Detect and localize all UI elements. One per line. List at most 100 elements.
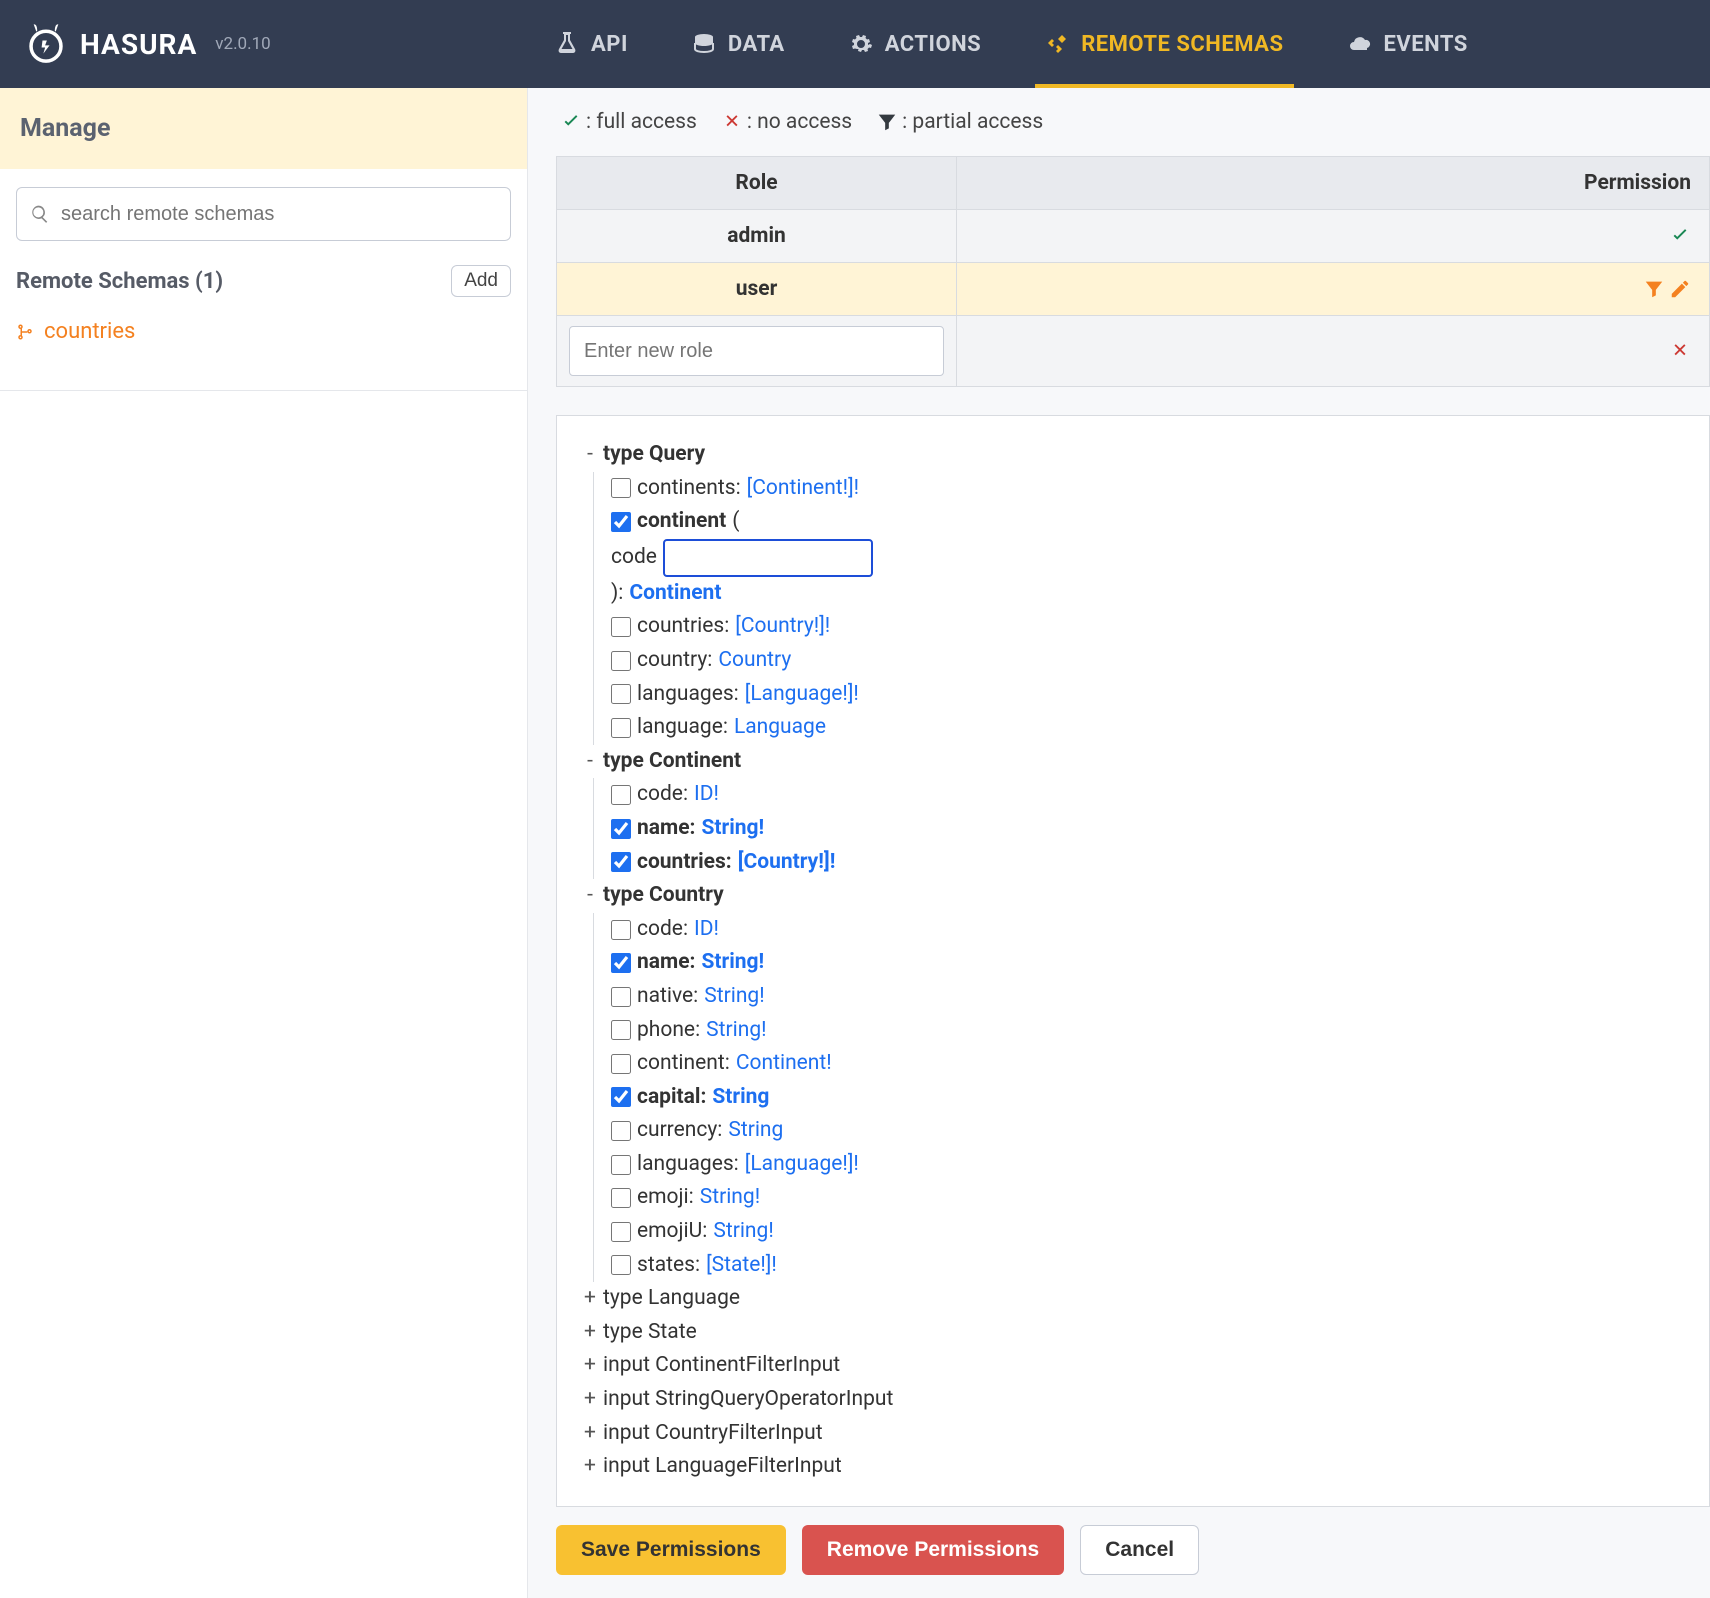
type-header[interactable]: - type Query [583,438,1683,472]
remove-permissions-button[interactable]: Remove Permissions [802,1525,1064,1575]
field-type[interactable]: [Language!]! [745,678,859,712]
save-permissions-button[interactable]: Save Permissions [556,1525,786,1575]
field-row: name:String! [583,812,1683,846]
field-name: native: [637,980,698,1014]
collapsed-type-row[interactable]: + type Language [583,1282,1683,1316]
field-checkbox[interactable] [611,684,631,704]
field-type[interactable]: Language [734,711,826,745]
type-label: type Country [603,879,724,913]
field-type[interactable]: String! [704,980,764,1014]
field-type[interactable]: [Country!]! [735,610,830,644]
collapse-icon[interactable]: - [583,438,597,472]
field-checkbox[interactable] [611,718,631,738]
nav-actions[interactable]: ACTIONS [849,0,981,88]
field-type[interactable]: String [728,1114,783,1148]
field-row: name:String! [583,946,1683,980]
field-checkbox[interactable] [611,1054,631,1074]
collapsed-type-row[interactable]: + input ContinentFilterInput [583,1349,1683,1383]
field-row: languages:[Language!]! [583,1148,1683,1182]
permission-row[interactable]: admin [557,210,1710,263]
cloud-icon [1348,32,1372,56]
expand-icon[interactable]: + [583,1417,597,1451]
brand-version: v2.0.10 [215,34,270,54]
nav-remote-schemas[interactable]: REMOTE SCHEMAS [1045,0,1283,88]
field-name: code: [637,778,688,812]
type-header[interactable]: - type Continent [583,745,1683,779]
nav-events[interactable]: EVENTS [1348,0,1468,88]
field-name: currency: [637,1114,722,1148]
field-checkbox[interactable] [611,512,631,532]
field-type[interactable]: String! [700,1181,760,1215]
field-checkbox[interactable] [611,785,631,805]
field-checkbox[interactable] [611,617,631,637]
field-type[interactable]: String! [701,812,764,846]
permission-row[interactable]: user [557,263,1710,316]
field-type[interactable]: [Language!]! [745,1148,859,1182]
field-checkbox[interactable] [611,1188,631,1208]
field-name: states: [637,1249,700,1283]
x-icon[interactable] [1669,340,1691,362]
field-type[interactable]: Continent [629,577,721,611]
field-row: countries:[Country!]! [583,610,1683,644]
collapsed-type-row[interactable]: + input LanguageFilterInput [583,1450,1683,1484]
collapsed-type-row[interactable]: + input CountryFilterInput [583,1417,1683,1451]
search-input[interactable] [16,187,511,241]
x-icon [721,111,743,133]
field-checkbox[interactable] [611,478,631,498]
collapse-icon[interactable]: - [583,745,597,779]
field-checkbox[interactable] [611,1155,631,1175]
collapsed-type-row[interactable]: + input StringQueryOperatorInput [583,1383,1683,1417]
expand-icon[interactable]: + [583,1282,597,1316]
expand-icon[interactable]: + [583,1450,597,1484]
field-checkbox[interactable] [611,1222,631,1242]
arg-input[interactable] [663,539,873,577]
field-name: code: [637,913,688,947]
field-checkbox[interactable] [611,953,631,973]
nav-api[interactable]: API [555,0,628,88]
field-type[interactable]: [State!]! [706,1249,777,1283]
expand-icon[interactable]: + [583,1349,597,1383]
field-type[interactable]: String [712,1081,769,1115]
field-checkbox[interactable] [611,1255,631,1275]
cancel-button[interactable]: Cancel [1080,1525,1199,1575]
collapsed-type-row[interactable]: + type State [583,1316,1683,1350]
top-nav: API DATA ACTIONS REMOTE SCHEMAS EVENTS [555,0,1468,88]
field-checkbox[interactable] [611,987,631,1007]
field-type[interactable]: String! [706,1014,766,1048]
field-checkbox[interactable] [611,1121,631,1141]
field-type[interactable]: Country [718,644,791,678]
permission-header: Permission [957,157,1710,210]
field-name: phone: [637,1014,700,1048]
nav-data[interactable]: DATA [692,0,785,88]
expand-icon[interactable]: + [583,1383,597,1417]
collapse-icon[interactable]: - [583,879,597,913]
new-role-input[interactable] [569,326,944,376]
nav-data-label: DATA [728,32,785,57]
sidebar-schema-item[interactable]: countries [16,315,511,348]
field-type[interactable]: [Continent!]! [747,472,859,506]
database-icon [692,32,716,56]
add-schema-button[interactable]: Add [451,265,511,297]
field-type[interactable]: String! [713,1215,773,1249]
field-row: phone:String! [583,1014,1683,1048]
field-type[interactable]: ID! [694,913,719,947]
type-header[interactable]: - type Country [583,879,1683,913]
hasura-logo-icon [24,22,68,66]
field-row: countries:[Country!]! [583,846,1683,880]
field-row: native:String! [583,980,1683,1014]
field-checkbox[interactable] [611,852,631,872]
nav-remote-schemas-label: REMOTE SCHEMAS [1081,32,1283,57]
field-name: emojiU: [637,1215,707,1249]
field-checkbox[interactable] [611,1087,631,1107]
field-checkbox[interactable] [611,651,631,671]
field-type[interactable]: ID! [694,778,719,812]
field-type[interactable]: Continent! [736,1047,832,1081]
arg-label: code [611,541,657,575]
expand-icon[interactable]: + [583,1316,597,1350]
field-checkbox[interactable] [611,920,631,940]
field-type[interactable]: [Country!]! [738,846,836,880]
search-icon [30,204,50,224]
field-checkbox[interactable] [611,1020,631,1040]
field-type[interactable]: String! [701,946,764,980]
field-checkbox[interactable] [611,819,631,839]
